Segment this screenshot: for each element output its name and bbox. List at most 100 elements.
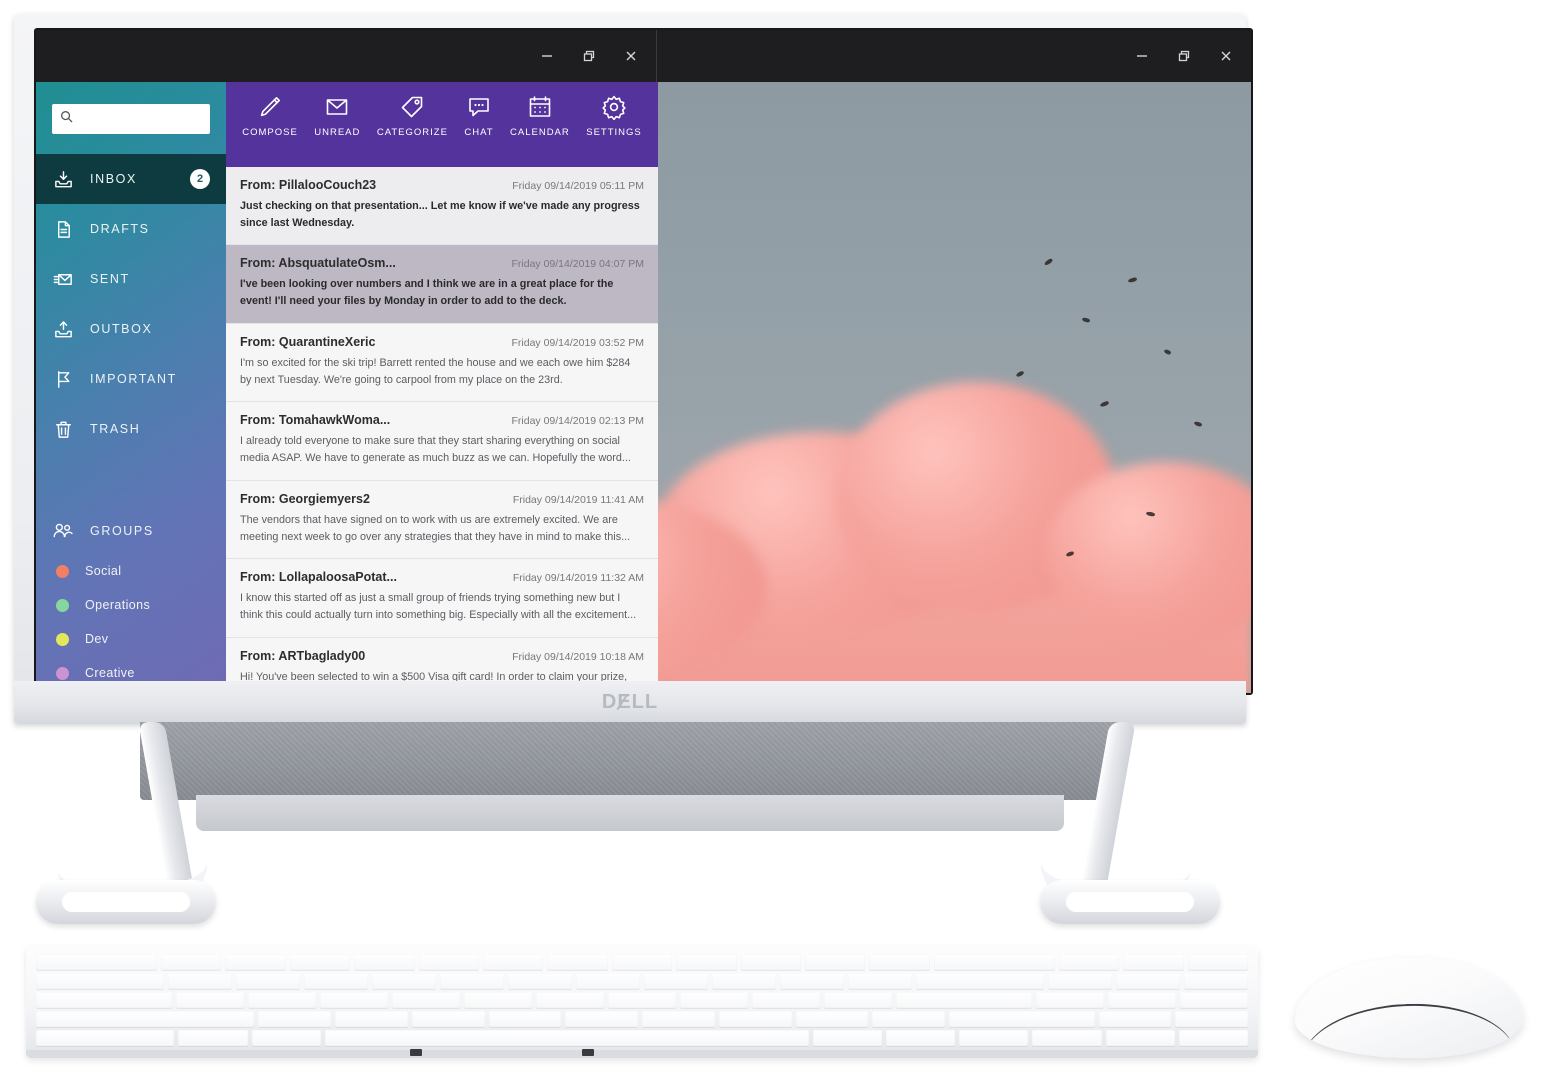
- key[interactable]: [168, 973, 232, 989]
- restore-icon[interactable]: [1173, 45, 1195, 67]
- key[interactable]: [812, 1030, 883, 1046]
- email-list[interactable]: From: PillalooCouch23 Friday 09/14/2019 …: [226, 167, 658, 693]
- key[interactable]: [258, 1011, 331, 1027]
- calendar-button[interactable]: CALENDAR: [510, 94, 570, 138]
- key[interactable]: [236, 973, 300, 989]
- key[interactable]: [780, 973, 844, 989]
- key[interactable]: [1058, 954, 1120, 970]
- email-list-item[interactable]: From: QuarantineXeric Friday 09/14/2019 …: [226, 323, 658, 403]
- key[interactable]: [36, 1011, 255, 1027]
- spacebar-key[interactable]: [324, 1030, 809, 1046]
- key[interactable]: [464, 992, 532, 1008]
- key[interactable]: [752, 992, 820, 1008]
- sidebar-item-drafts[interactable]: DRAFTS: [36, 204, 226, 254]
- key[interactable]: [225, 954, 286, 970]
- key[interactable]: [611, 954, 673, 970]
- restore-icon[interactable]: [578, 45, 600, 67]
- close-icon[interactable]: [1215, 45, 1237, 67]
- key[interactable]: [676, 954, 737, 970]
- sidebar-item-important[interactable]: IMPORTANT: [36, 354, 226, 404]
- key[interactable]: [872, 1011, 945, 1027]
- key[interactable]: [1184, 973, 1248, 989]
- key[interactable]: [160, 954, 222, 970]
- key[interactable]: [848, 973, 912, 989]
- key[interactable]: [289, 954, 351, 970]
- key[interactable]: [712, 973, 776, 989]
- key[interactable]: [642, 1011, 715, 1027]
- search-box[interactable]: [52, 104, 226, 134]
- group-item-operations[interactable]: Operations: [36, 588, 226, 622]
- key[interactable]: [644, 973, 708, 989]
- key[interactable]: [36, 973, 164, 989]
- mouse[interactable]: [1295, 958, 1523, 1058]
- key[interactable]: [372, 973, 436, 989]
- key[interactable]: [959, 1030, 1029, 1046]
- key[interactable]: [354, 954, 415, 970]
- key[interactable]: [1175, 1011, 1248, 1027]
- email-list-item[interactable]: From: AbsquatulateOsm... Friday 09/14/20…: [226, 245, 658, 324]
- key[interactable]: [680, 992, 748, 1008]
- email-list-item[interactable]: From: Georgiemyers2 Friday 09/14/2019 11…: [226, 480, 658, 560]
- key[interactable]: [547, 954, 608, 970]
- sidebar-item-outbox[interactable]: OUTBOX: [36, 304, 226, 354]
- group-item-dev[interactable]: Dev: [36, 622, 226, 656]
- key[interactable]: [1180, 992, 1248, 1008]
- key[interactable]: [508, 973, 572, 989]
- sidebar-item-trash[interactable]: TRASH: [36, 404, 226, 454]
- unread-button[interactable]: UNREAD: [314, 94, 360, 138]
- key[interactable]: [565, 1011, 638, 1027]
- key[interactable]: [320, 992, 388, 1008]
- email-list-item[interactable]: From: TomahawkWoma... Friday 09/14/2019 …: [226, 402, 658, 481]
- key[interactable]: [251, 1030, 321, 1046]
- key[interactable]: [1178, 1030, 1248, 1046]
- search-input[interactable]: [79, 104, 226, 134]
- key[interactable]: [418, 954, 479, 970]
- key[interactable]: [536, 992, 604, 1008]
- key[interactable]: [740, 954, 802, 970]
- key[interactable]: [440, 973, 504, 989]
- key[interactable]: [36, 992, 172, 1008]
- minimize-icon[interactable]: [1131, 45, 1153, 67]
- key[interactable]: [482, 954, 544, 970]
- key[interactable]: [1116, 973, 1180, 989]
- key[interactable]: [949, 1011, 1095, 1027]
- key[interactable]: [248, 992, 316, 1008]
- key[interactable]: [795, 1011, 869, 1027]
- email-list-item[interactable]: From: PillalooCouch23 Friday 09/14/2019 …: [226, 167, 658, 246]
- key[interactable]: [176, 992, 244, 1008]
- key[interactable]: [1098, 1011, 1172, 1027]
- settings-button[interactable]: SETTINGS: [586, 94, 642, 138]
- key[interactable]: [576, 973, 640, 989]
- chat-button[interactable]: CHAT: [464, 94, 493, 138]
- close-icon[interactable]: [620, 45, 642, 67]
- key[interactable]: [608, 992, 676, 1008]
- key[interactable]: [1108, 992, 1176, 1008]
- key[interactable]: [335, 1011, 408, 1027]
- group-item-social[interactable]: Social: [36, 554, 226, 588]
- keyboard[interactable]: [26, 946, 1258, 1058]
- key[interactable]: [718, 1011, 792, 1027]
- key[interactable]: [411, 1011, 485, 1027]
- email-list-item[interactable]: From: LollapaloosaPotat... Friday 09/14/…: [226, 559, 658, 638]
- mouse-button[interactable]: [1481, 960, 1505, 972]
- key[interactable]: [488, 1011, 562, 1027]
- key[interactable]: [36, 954, 157, 970]
- key[interactable]: [1032, 1030, 1102, 1046]
- key[interactable]: [886, 1030, 956, 1046]
- key[interactable]: [1048, 973, 1112, 989]
- sidebar-item-inbox[interactable]: INBOX 2: [36, 154, 226, 204]
- key[interactable]: [896, 992, 1032, 1008]
- sidebar-item-sent[interactable]: SENT: [36, 254, 226, 304]
- key[interactable]: [869, 954, 930, 970]
- key[interactable]: [824, 992, 892, 1008]
- key[interactable]: [304, 973, 368, 989]
- key[interactable]: [1123, 954, 1184, 970]
- key[interactable]: [1187, 954, 1249, 970]
- key[interactable]: [178, 1030, 248, 1046]
- categorize-button[interactable]: CATEGORIZE: [377, 94, 448, 138]
- key[interactable]: [916, 973, 1044, 989]
- key[interactable]: [1105, 1030, 1175, 1046]
- key[interactable]: [1036, 992, 1104, 1008]
- key[interactable]: [36, 1030, 175, 1046]
- key[interactable]: [933, 954, 1055, 970]
